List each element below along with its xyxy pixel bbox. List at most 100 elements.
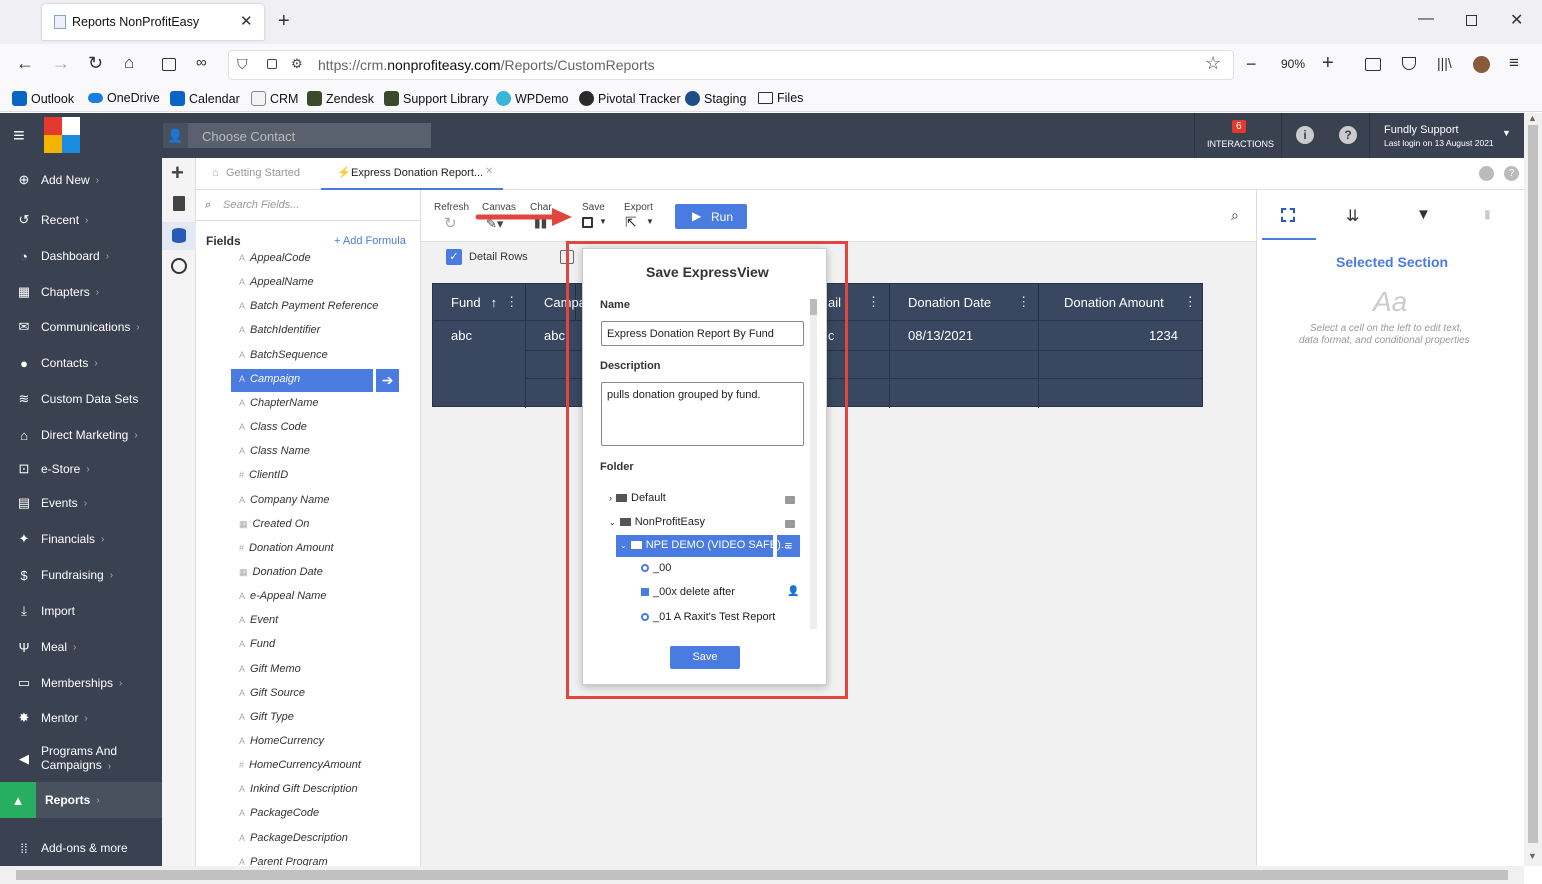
choose-contact[interactable]: 👤 Choose Contact [163,123,431,148]
bookmark-star-icon[interactable]: ☆ [1205,53,1221,74]
column-header-email[interactable]: ail ⋮ [828,284,890,320]
sidebar-item-custom-data-sets[interactable]: ≋ Custom Data Sets [0,384,162,414]
bookmark-zendesk[interactable]: Zendesk [307,91,374,106]
field-item[interactable]: A PackageDescription [239,832,348,844]
database-tab[interactable] [162,222,196,250]
field-item[interactable]: Ae-Appeal Name [239,590,326,602]
field-item[interactable]: A PackageCode [239,807,319,819]
sidebar-item-communications[interactable]: ✉ Communications › [0,312,162,342]
library-icon[interactable]: |||\ [1437,55,1452,71]
field-item[interactable]: A BatchIdentifier [239,324,320,336]
field-item[interactable]: ▦ Created On [239,518,309,530]
permissions-icon[interactable]: ⚙ [291,56,303,72]
forward-icon[interactable]: → [52,53,70,74]
report-item[interactable]: _00x delete after [641,586,735,598]
bookmark-pivotal[interactable]: Pivotal Tracker [579,91,681,106]
field-item[interactable]: A Gift Type [239,711,294,723]
sidebar-item-programs-and[interactable]: ◀ Programs And Campaigns › [0,744,162,774]
scroll-thumb[interactable] [1528,125,1538,843]
field-item[interactable]: A Campaign [239,373,300,385]
dialog-scrollbar[interactable] [810,299,817,629]
horizontal-scrollbar[interactable] [0,866,1524,884]
cell-fund[interactable]: abc [451,328,472,343]
folder-default[interactable]: › Default [609,492,666,504]
column-header-campaign[interactable]: Campa [526,284,586,320]
url-bar[interactable]: ⛉ ⚙ https://crm.nonprofiteasy.com/Report… [228,50,1234,80]
field-item[interactable]: # ClientID [239,469,288,481]
bookmark-wpdemo[interactable]: WPDemo [496,91,568,106]
tab-express-report[interactable]: ⚡ Express Donation Report... ✕ [321,158,503,190]
info-icon[interactable]: i [1296,126,1314,144]
sidebar-item-mentor[interactable]: ✸ Mentor › [0,703,162,733]
zoom-in-icon[interactable]: + [1322,52,1334,75]
minimize-icon[interactable]: — [1418,10,1434,28]
field-item[interactable]: A HomeCurrency [239,735,324,747]
search-icon[interactable]: ⌕ [1231,207,1239,224]
bookmark-onedrive[interactable]: OneDrive [88,91,160,105]
close-tab-icon[interactable]: ✕ [240,12,253,30]
sidebar-item-chapters[interactable]: ▦ Chapters › [0,277,162,307]
sidebar-toggle-icon[interactable] [1365,58,1381,71]
menu-icon[interactable]: ≡ [1509,53,1519,73]
vertical-scrollbar[interactable]: ▲ ▼ [1524,113,1542,866]
field-item[interactable]: A Gift Source [239,687,305,699]
settings-icon[interactable] [1479,166,1494,181]
kebab-icon[interactable]: ⋮ [1184,294,1197,310]
bookmark-staging[interactable]: Staging [685,91,746,106]
sidebar-item-contacts[interactable]: ● Contacts › [0,348,162,378]
field-item[interactable]: A Event [239,614,278,626]
filter-icon[interactable]: ▼ [1416,206,1431,223]
home-icon[interactable]: ⌂ [124,53,134,73]
sidebar-item-dashboard[interactable]: ◔ Dashboard › [0,241,162,271]
kebab-icon[interactable]: ⋮ [1017,294,1030,310]
field-item[interactable]: A Inkind Gift Description [239,783,358,795]
sidebar-item-meal[interactable]: Ψ Meal › [0,632,162,662]
sidebar-item-financials[interactable]: ✦ Financials › [0,524,162,554]
tab-getting-started[interactable]: ⌂ Getting Started [200,158,318,190]
scroll-down-icon[interactable]: ▼ [1528,851,1537,861]
help-icon[interactable]: ? [1339,126,1357,144]
kebab-icon[interactable]: ⋮ [867,294,880,310]
folder-npe-demo[interactable]: ⌄ NPE DEMO (VIDEO SAFE)... [620,539,790,551]
interactions-button[interactable]: 6 INTERACTIONS [1194,113,1282,158]
chart-icon[interactable]: ▮ [1484,207,1491,221]
bookmark-files[interactable]: Files [758,91,803,105]
field-item[interactable]: A AppealName [239,276,314,288]
browser-tab[interactable]: Reports NonProfitEasy ✕ [42,4,264,40]
run-button[interactable]: ▶ Run [675,204,747,229]
field-item[interactable]: A Class Name [239,445,310,457]
maximize-icon[interactable] [1466,15,1477,26]
field-item[interactable]: A Fund [239,638,275,650]
sort-icon[interactable]: ⇊ [1346,206,1359,226]
field-item[interactable]: A Batch Payment Reference [239,300,378,312]
detail-rows-checkbox[interactable]: ✓ [446,249,462,265]
zoom-out-icon[interactable]: − [1246,54,1257,75]
scroll-thumb[interactable] [16,870,1508,880]
tab-selection[interactable] [1262,194,1316,240]
shield-icon[interactable]: ⛉ [237,56,248,73]
column-header-donation-date[interactable]: Donation Date ⋮ [890,284,1039,320]
cell-campaign[interactable]: abc [544,328,565,343]
field-item[interactable]: A BatchSequence [239,349,328,361]
cell-donation-date[interactable]: 08/13/2021 [908,328,973,343]
cell-donation-amount[interactable]: 1234 [1149,328,1178,343]
user-menu[interactable]: Fundly Support Last login on 13 August 2… [1369,113,1524,158]
search-fields-input[interactable]: Search Fields... [223,199,299,211]
new-tab-icon[interactable]: + [278,10,290,33]
hamburger-icon[interactable]: ≡ [13,125,25,148]
bookmark-crm[interactable]: CRM [251,91,298,106]
close-window-icon[interactable]: ✕ [1510,10,1523,30]
profile-avatar[interactable] [1473,56,1490,73]
sidebar-item-add-new[interactable]: ⊕ Add New › [0,165,162,195]
scroll-up-icon[interactable]: ▲ [1528,113,1537,123]
dialog-save-button[interactable]: Save [670,646,740,669]
scroll-thumb[interactable] [810,299,817,315]
reload-icon[interactable]: ↻ [88,53,103,74]
field-item[interactable]: # HomeCurrencyAmount [239,759,361,771]
sidebar-item-direct-marketing[interactable]: ⌂ Direct Marketing › [0,420,162,450]
zoom-level[interactable]: 90% [1281,57,1305,71]
help-icon[interactable]: ? [1504,166,1519,181]
name-input[interactable]: Express Donation Report By Fund [601,321,804,346]
sidebar-item-reports[interactable]: ▲ Reports › [0,782,162,818]
report-item[interactable]: _00 [641,562,671,574]
